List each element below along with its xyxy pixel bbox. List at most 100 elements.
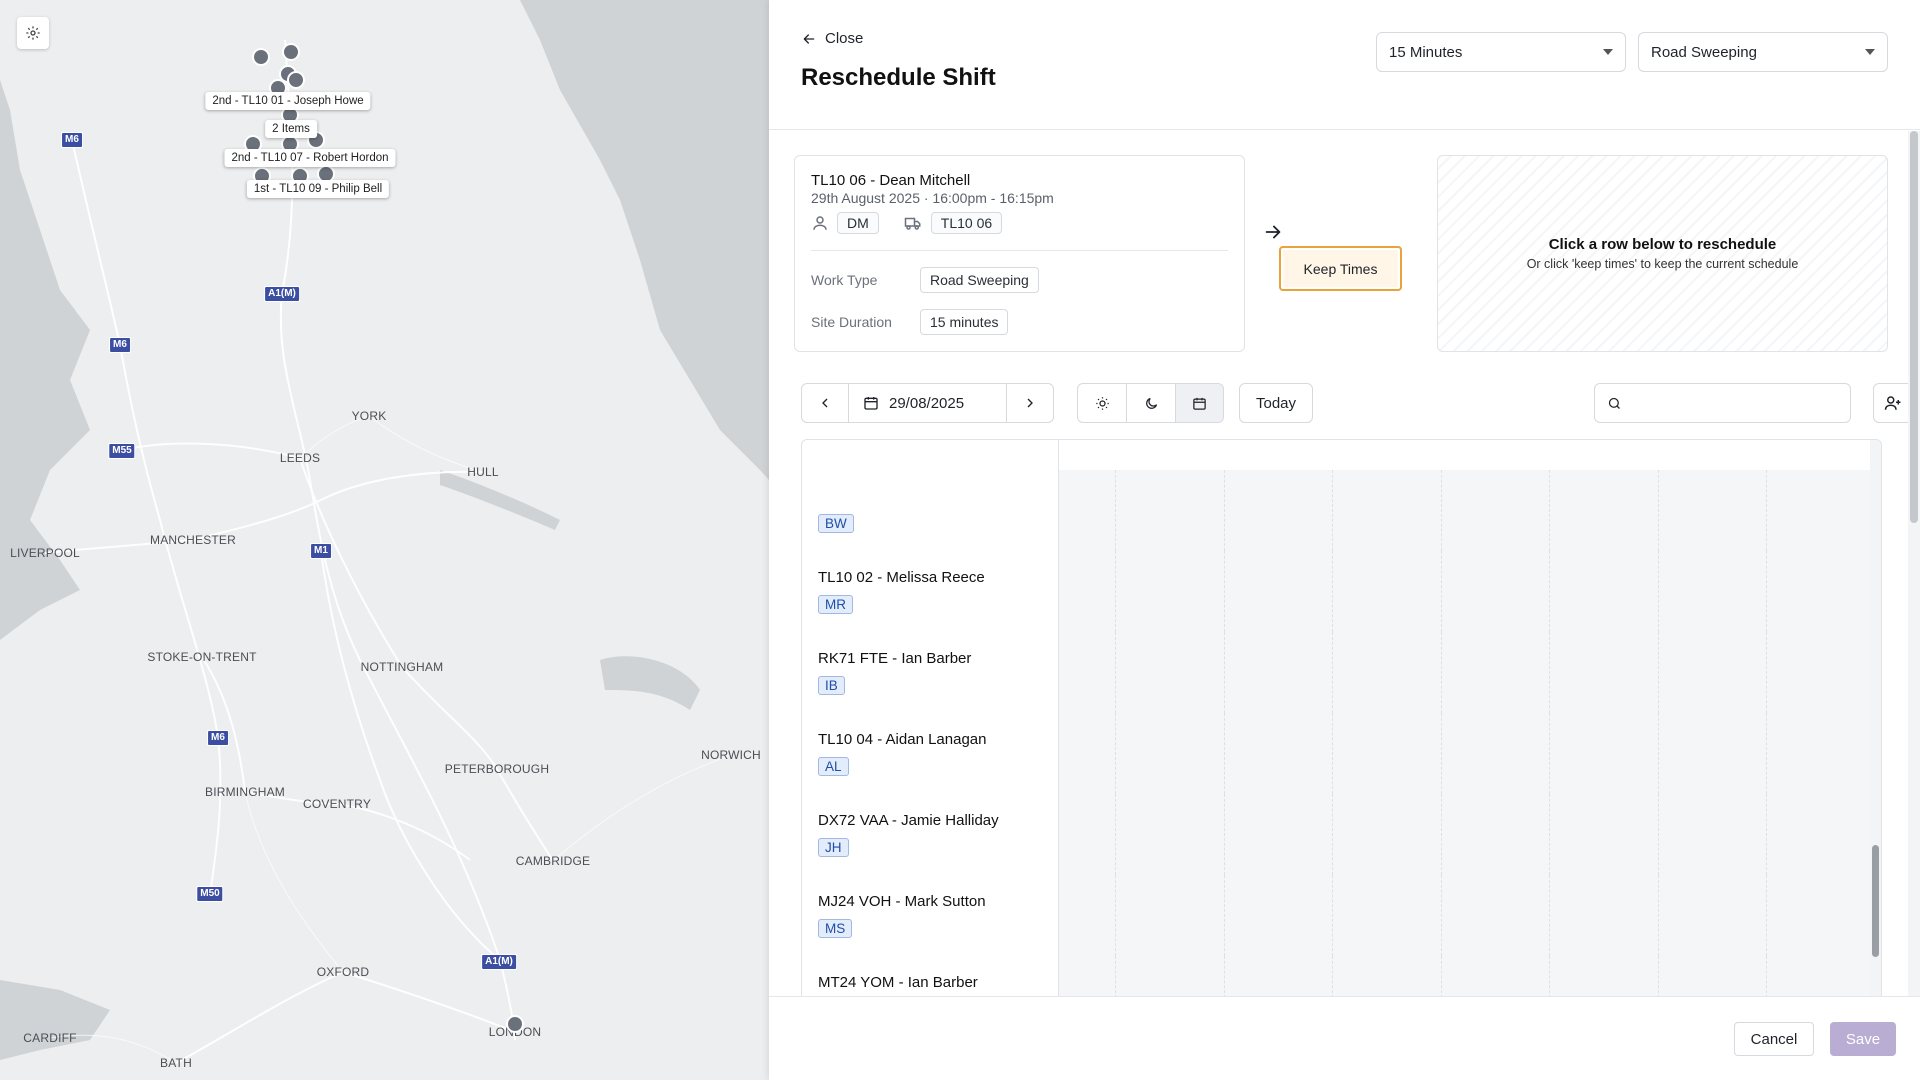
hour-gridline xyxy=(1223,875,1225,956)
close-button[interactable]: Close xyxy=(801,30,863,47)
date-navigator: 29/08/2025 xyxy=(801,383,1054,423)
schedule-scroll-thumb[interactable] xyxy=(1872,845,1879,957)
panel-scrollbar[interactable] xyxy=(1908,131,1920,996)
hour-gridline xyxy=(1332,632,1333,713)
hour-gridline xyxy=(1440,956,1442,996)
schedule-row[interactable]: MJ24 VOH - Mark Sutton MS xyxy=(802,875,1876,956)
today-button[interactable]: Today xyxy=(1240,384,1312,422)
row-resource-cell[interactable]: TL10 04 - Aidan Lanagan AL xyxy=(802,713,1059,794)
schedule-scrollbar[interactable] xyxy=(1870,440,1881,996)
hour-gridline xyxy=(1332,956,1333,996)
map-city-label: YORK xyxy=(351,409,387,423)
row-resource-name: TL10 02 - Melissa Reece xyxy=(818,569,985,586)
row-initials-badge: MR xyxy=(818,595,853,614)
chevron-down-icon xyxy=(1603,49,1613,55)
search-input[interactable] xyxy=(1630,395,1830,411)
hour-gridline xyxy=(1549,794,1550,875)
interval-select[interactable]: 15 Minutes xyxy=(1376,32,1626,72)
current-shift-card: TL10 06 - Dean Mitchell 29th August 2025… xyxy=(794,155,1245,352)
row-timeline[interactable] xyxy=(1059,551,1876,632)
prev-day-button[interactable] xyxy=(802,384,849,422)
row-timeline[interactable] xyxy=(1059,632,1876,713)
next-day-button[interactable] xyxy=(1007,384,1053,422)
row-resource-cell[interactable]: BW xyxy=(802,470,1059,551)
card-divider xyxy=(811,250,1228,251)
schedule-row[interactable]: TL10 04 - Aidan Lanagan AL xyxy=(802,713,1876,794)
save-button[interactable]: Save xyxy=(1830,1022,1896,1056)
page-title: Reschedule Shift xyxy=(801,64,996,91)
map-pin[interactable] xyxy=(287,71,305,89)
hour-gridline xyxy=(1766,713,1767,794)
map-road-shield: M6 xyxy=(61,132,83,148)
schedule-row[interactable]: BW xyxy=(802,470,1876,551)
arrow-right-icon xyxy=(1265,225,1281,239)
hour-gridline xyxy=(1549,956,1550,996)
hour-gridline xyxy=(1332,794,1333,875)
hour-gridline xyxy=(1766,632,1767,713)
schedule-row[interactable]: TL10 02 - Melissa Reece MR xyxy=(802,551,1876,632)
map-pin[interactable] xyxy=(506,1015,524,1033)
map-pin[interactable] xyxy=(282,43,300,61)
full-day-view-button[interactable] xyxy=(1176,384,1223,422)
map-pin-label[interactable]: 1st - TL10 09 - Philip Bell xyxy=(246,180,390,198)
schedule-row[interactable]: RK71 FTE - Ian Barber IB xyxy=(802,632,1876,713)
hour-gridline xyxy=(1115,875,1116,956)
date-picker[interactable]: 29/08/2025 xyxy=(849,384,1007,422)
work-type-select[interactable]: Road Sweeping xyxy=(1638,32,1888,72)
hour-gridline xyxy=(1766,551,1767,632)
hour-gridline xyxy=(1332,470,1333,551)
hour-gridline xyxy=(1549,551,1550,632)
hour-gridline xyxy=(1549,632,1550,713)
chevron-right-icon xyxy=(1027,398,1033,408)
map-pin-label[interactable]: 2nd - TL10 01 - Joseph Howe xyxy=(205,92,371,110)
map-city-label: STOKE-ON-TRENT xyxy=(147,650,257,664)
row-timeline[interactable] xyxy=(1059,875,1876,956)
schedule-row[interactable]: MT24 YOM - Ian Barber xyxy=(802,956,1876,996)
target-title: Click a row below to reschedule xyxy=(1548,236,1777,253)
panel-scroll-area[interactable]: TL10 06 - Dean Mitchell 29th August 2025… xyxy=(769,131,1920,996)
hour-gridline xyxy=(1440,794,1442,875)
day-view-button[interactable] xyxy=(1078,384,1127,422)
hour-gridline xyxy=(1766,875,1767,956)
date-value: 29/08/2025 xyxy=(889,394,965,412)
chevron-down-icon xyxy=(1865,49,1875,55)
panel-footer: Cancel Save xyxy=(769,996,1920,1080)
row-resource-cell[interactable]: TL10 02 - Melissa Reece MR xyxy=(802,551,1059,632)
gear-icon xyxy=(26,26,40,40)
hour-gridline xyxy=(1440,470,1442,551)
schedule-row[interactable]: DX72 VAA - Jamie Halliday JH xyxy=(802,794,1876,875)
keep-times-button[interactable]: Keep Times xyxy=(1279,246,1402,291)
map-pin-label[interactable]: 2 Items xyxy=(265,120,317,138)
map-pin[interactable] xyxy=(252,48,270,66)
row-initials-badge: AL xyxy=(818,757,849,776)
row-timeline[interactable] xyxy=(1059,794,1876,875)
hour-gridline xyxy=(1657,956,1659,996)
map-city-label: HULL xyxy=(467,465,499,479)
night-view-button[interactable] xyxy=(1127,384,1176,422)
today-button-wrap: Today xyxy=(1239,383,1313,423)
truck-icon xyxy=(904,217,921,230)
hour-gridline xyxy=(1332,875,1333,956)
map-city-label: COVENTRY xyxy=(302,797,372,811)
map-city-label: LEEDS xyxy=(279,451,321,465)
row-timeline[interactable] xyxy=(1059,470,1876,551)
hour-gridline xyxy=(1657,632,1659,713)
cancel-button[interactable]: Cancel xyxy=(1734,1022,1814,1056)
hour-gridline xyxy=(1766,956,1767,996)
row-timeline[interactable] xyxy=(1059,713,1876,794)
map-settings-button[interactable] xyxy=(17,17,49,49)
search-icon xyxy=(1608,397,1620,409)
map[interactable]: YORK LEEDS HULL MANCHESTER LIVERPOOL STOKE-ON… xyxy=(0,0,769,1080)
row-timeline[interactable] xyxy=(1059,956,1876,996)
row-resource-cell[interactable]: RK71 FTE - Ian Barber IB xyxy=(802,632,1059,713)
map-city-label: MANCHESTER xyxy=(149,533,237,547)
schedule-body[interactable]: BW TL10 02 - Melissa Reece MR RK71 FTE - Ia… xyxy=(802,470,1881,996)
row-resource-cell[interactable]: MJ24 VOH - Mark Sutton MS xyxy=(802,875,1059,956)
row-resource-cell[interactable]: DX72 VAA - Jamie Halliday JH xyxy=(802,794,1059,875)
panel-scroll-thumb[interactable] xyxy=(1910,131,1918,523)
map-pin-label[interactable]: 2nd - TL10 07 - Robert Hordon xyxy=(224,149,396,167)
hour-gridline xyxy=(1115,632,1116,713)
hour-gridline xyxy=(1766,794,1767,875)
row-resource-cell[interactable]: MT24 YOM - Ian Barber xyxy=(802,956,1059,996)
add-user-button[interactable] xyxy=(1873,383,1913,423)
